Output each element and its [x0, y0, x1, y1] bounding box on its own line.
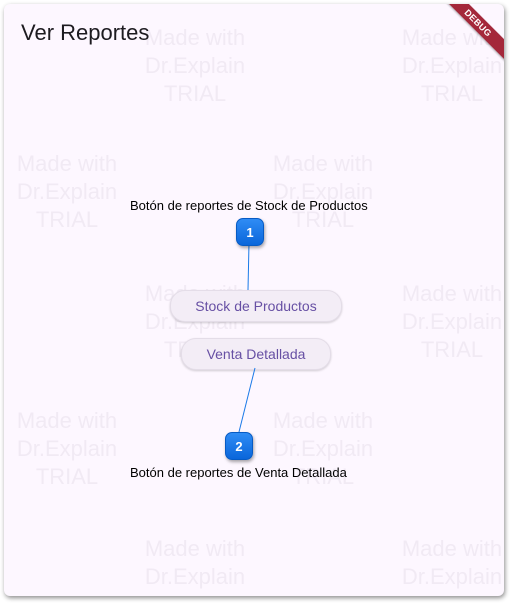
- callout-text-1: Botón de reportes de Stock de Productos: [130, 198, 368, 213]
- callout-badge-1: 1: [236, 218, 264, 246]
- app-window: Made with Dr.Explain TRIAL Made with Dr.…: [4, 4, 504, 596]
- callout-badge-2: 2: [225, 432, 253, 460]
- callout-text-2: Botón de reportes de Venta Detallada: [130, 465, 347, 480]
- callout-line-1: [247, 242, 250, 291]
- callout-line-2: [238, 367, 256, 433]
- callout-connectors: [238, 242, 256, 433]
